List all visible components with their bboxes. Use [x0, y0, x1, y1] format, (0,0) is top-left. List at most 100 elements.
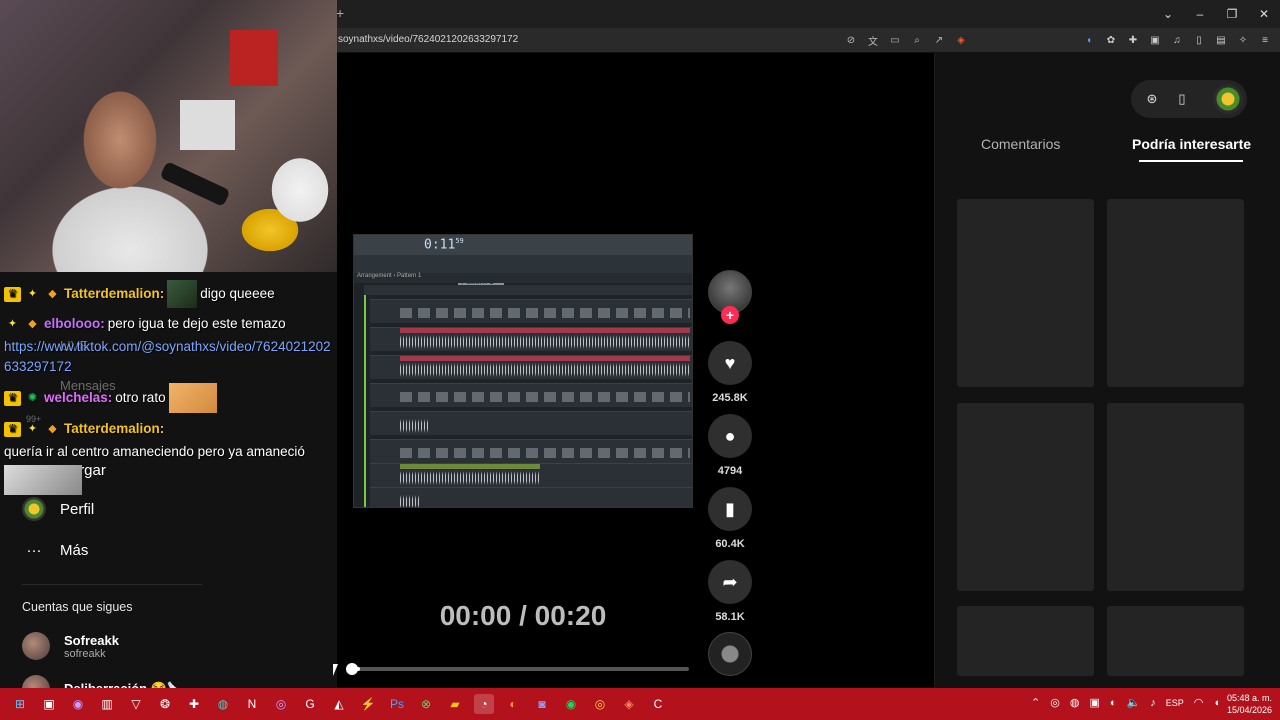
share-button[interactable]: ➦ — [708, 560, 752, 604]
zoom-icon[interactable]: ⌕ — [910, 33, 924, 47]
chat-link[interactable]: https://www.tiktok.com/@soynathxs/video/… — [4, 337, 334, 377]
brave-shield-icon[interactable]: ◈ — [954, 33, 968, 47]
video-content[interactable]: 0:1159 Pattern 1 Arrangement › Pattern 1 — [353, 234, 693, 508]
obs-icon[interactable]: ◉ — [68, 694, 88, 714]
file-explorer-icon[interactable]: ▰ — [445, 694, 465, 714]
save-button[interactable]: ▮ — [708, 487, 752, 531]
tray-app-icon[interactable]: ◎ — [1050, 696, 1060, 709]
minimize-button[interactable]: – — [1184, 0, 1216, 28]
extension-icon[interactable]: ✿ — [1104, 33, 1118, 47]
share-icon[interactable]: ↗ — [932, 33, 946, 47]
task-view-icon[interactable]: ▣ — [39, 694, 59, 714]
picture-in-picture-icon[interactable]: ▣ — [1148, 33, 1162, 47]
active-tab-indicator — [1139, 160, 1243, 162]
daw-toolbar: 0:1159 — [354, 235, 692, 255]
spotify-icon[interactable]: ◉ — [561, 694, 581, 714]
share-arrow-icon: ➦ — [722, 571, 738, 592]
language-indicator[interactable]: ESP — [1166, 698, 1184, 708]
follow-plus-icon[interactable]: + — [721, 306, 739, 324]
app-icon[interactable]: ◭ — [329, 694, 349, 714]
url-text[interactable]: soynathxs/video/7624021202633297172 — [338, 34, 518, 45]
tray-app-icon[interactable]: ◍ — [1070, 696, 1080, 709]
music-disc-icon[interactable] — [708, 632, 752, 676]
music-icon[interactable]: ♫ — [1170, 33, 1184, 47]
tab-suggested[interactable]: Podría interesarte — [1132, 136, 1251, 152]
app-icon[interactable]: G — [300, 694, 320, 714]
phone-icon[interactable]: ▯ — [1173, 90, 1191, 108]
xbox-icon[interactable]: ⊗ — [416, 694, 436, 714]
chevron-up-icon[interactable]: ⌃ — [1031, 696, 1040, 709]
suggested-video-thumbnail[interactable] — [1107, 199, 1244, 387]
like-button[interactable]: ♥ — [708, 341, 752, 385]
share-count: 58.1K — [715, 611, 745, 623]
mouse-cursor-icon — [333, 664, 343, 676]
app-icon[interactable]: ✚ — [184, 694, 204, 714]
app-icon[interactable]: ◎ — [271, 694, 291, 714]
maximize-button[interactable]: ❐ — [1216, 0, 1248, 28]
notion-icon[interactable]: N — [242, 694, 262, 714]
tab-comments[interactable]: Comentarios — [981, 136, 1060, 152]
lightning-icon[interactable]: ⚡ — [358, 694, 378, 714]
volume-icon[interactable]: 🔈 — [1127, 696, 1141, 709]
suggested-video-thumbnail[interactable] — [1107, 606, 1244, 676]
suggested-video-thumbnail[interactable] — [1107, 403, 1244, 591]
audio-off-icon[interactable]: ⊘ — [844, 33, 858, 47]
chat-message: ♛ ✦ ◆ Tatterdemalion: digo queeee — [4, 280, 336, 308]
like-count: 245.8K — [712, 392, 748, 404]
gift-box-badge-icon: ◆ — [48, 288, 57, 300]
app-icon[interactable]: ▥ — [97, 694, 117, 714]
sidebar-icon[interactable]: ▯ — [1192, 33, 1206, 47]
windows-start-icon[interactable]: ⊞ — [10, 694, 30, 714]
suggested-video-thumbnail[interactable] — [957, 403, 1094, 591]
suggested-video-thumbnail[interactable] — [957, 199, 1094, 387]
sparkle-badge-icon: ✦ — [27, 288, 38, 300]
account-name: Sofreakk — [64, 632, 119, 648]
firefox-icon[interactable]: ◐ — [503, 694, 523, 714]
avatar[interactable] — [1213, 84, 1243, 114]
microphone-icon[interactable]: ♪ — [1150, 697, 1156, 709]
daw-track — [370, 439, 692, 463]
leo-icon[interactable]: ✧ — [1236, 33, 1250, 47]
sidebar-item-more[interactable]: ··· Más — [22, 538, 89, 562]
sidebar-item-label: Más — [60, 541, 89, 559]
gem-badge-icon: ✺ — [27, 392, 38, 404]
chat-text: quería ir al centro amaneciendo pero ya … — [4, 444, 305, 459]
app-icon[interactable]: ❂ — [155, 694, 175, 714]
app-icon[interactable]: C — [648, 694, 668, 714]
comment-count: 4794 — [717, 465, 743, 477]
edge-icon[interactable]: ◍ — [213, 694, 233, 714]
following-account[interactable]: Sofreakk sofreakk — [22, 632, 119, 660]
wallet-icon[interactable]: ▤ — [1214, 33, 1228, 47]
video-progress-bar[interactable] — [353, 667, 689, 671]
heart-icon: ♥ — [724, 352, 736, 373]
close-button[interactable]: ✕ — [1248, 0, 1280, 28]
discord-icon[interactable]: ◙ — [532, 694, 552, 714]
system-clock[interactable]: 05:48 a. m. 15/04/2026 — [1227, 692, 1272, 716]
app-icon[interactable]: ▽ — [126, 694, 146, 714]
screen: + ⌄ – ❐ ✕ soynathxs/video/76240212026332… — [0, 0, 1280, 720]
tab-search-button[interactable]: ⌄ — [1152, 0, 1184, 28]
brave-icon[interactable]: ◈ — [619, 694, 639, 714]
puzzle-icon[interactable]: ✚ — [1126, 33, 1140, 47]
chat-username: welchelas: — [44, 390, 113, 405]
gift-box-badge-icon: ◆ — [48, 423, 57, 435]
tray-app-icon[interactable]: ▣ — [1089, 696, 1099, 709]
speaker-icon[interactable]: ◖ — [1213, 697, 1220, 709]
photoshop-icon[interactable]: Ps — [387, 694, 407, 714]
suggested-video-thumbnail[interactable] — [957, 606, 1094, 676]
fl-studio-icon[interactable]: ◔ — [474, 694, 494, 714]
daw-time: 0:1159 — [424, 237, 464, 253]
chat-username: Tatterdemalion: — [64, 286, 165, 301]
wifi-icon[interactable]: ◠ — [1194, 696, 1204, 709]
steam-icon[interactable]: ◐ — [1110, 697, 1117, 709]
comment-button[interactable]: ● — [708, 414, 752, 458]
menu-icon[interactable]: ≡ — [1258, 33, 1272, 47]
system-tray: ⌃ ◎ ◍ ▣ ◐ 🔈 ♪ ESP ◠ ◖ — [1031, 696, 1220, 710]
tiktok-coin-icon[interactable]: ⊛ — [1143, 90, 1161, 108]
audio-icon[interactable]: ◖ — [1082, 33, 1096, 47]
chrome-icon[interactable]: ◎ — [590, 694, 610, 714]
new-tab-button[interactable]: + — [336, 5, 344, 21]
translate-icon[interactable]: 文 — [866, 33, 880, 48]
video-progress-knob[interactable] — [346, 663, 358, 675]
install-icon[interactable]: ▭ — [888, 33, 902, 47]
